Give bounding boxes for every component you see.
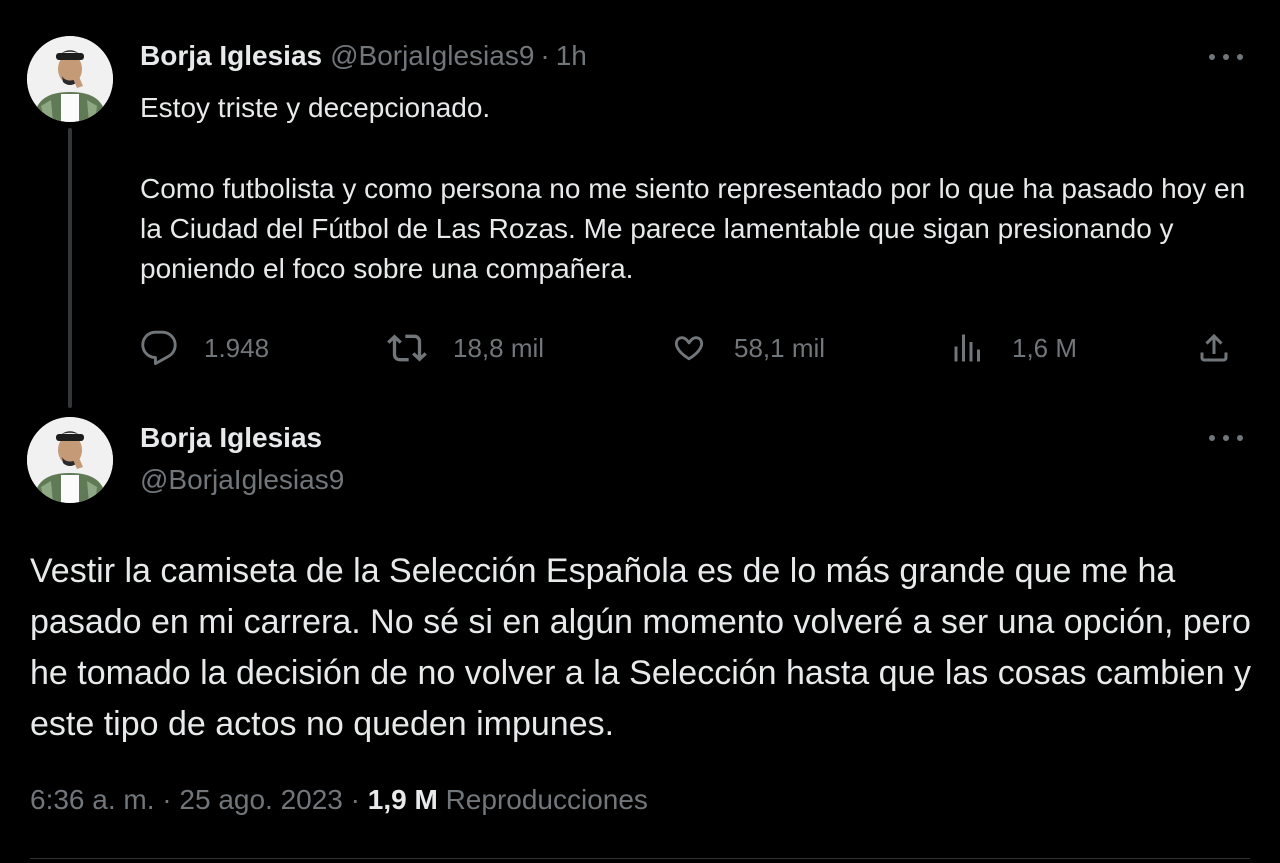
ellipsis-dot xyxy=(1237,54,1243,60)
tweet-metadata: 6:36 a. m. · 25 ago. 2023 · 1,9 M Reprod… xyxy=(30,784,648,816)
retweet-count: 18,8 mil xyxy=(453,332,545,363)
author-handle[interactable]: @BorjaIglesias9 xyxy=(330,40,534,72)
divider xyxy=(30,858,1250,859)
reply-button[interactable]: 1.948 xyxy=(140,326,269,370)
views-count: 1,6 M xyxy=(1012,332,1078,363)
tweet-paragraph: Vestir la camiseta de la Selección Españ… xyxy=(30,552,1251,743)
retweet-button[interactable]: 18,8 mil xyxy=(387,326,544,370)
reply-count: 1.948 xyxy=(204,332,270,363)
retweet-arrows-icon xyxy=(387,334,427,362)
like-count: 58,1 mil xyxy=(734,332,826,363)
author-name[interactable]: Borja Iglesias xyxy=(140,422,322,454)
views-button[interactable]: 1,6 M xyxy=(950,326,1077,370)
ellipsis-icon xyxy=(1209,54,1215,60)
avatar[interactable] xyxy=(27,417,113,503)
ellipsis-dot xyxy=(1223,54,1229,60)
author-name[interactable]: Borja Iglesias xyxy=(140,40,322,72)
main-tweet-text: Vestir la camiseta de la Selección Españ… xyxy=(30,546,1255,750)
tweet-action-bar: 1.948 18,8 mil 58,1 mil 1,6 M xyxy=(140,326,1240,370)
heart-icon xyxy=(674,336,704,361)
tweet-paragraph: Estoy triste y decepcionado. xyxy=(140,92,491,123)
share-upload-icon xyxy=(1200,333,1228,362)
ellipsis-dot xyxy=(1223,435,1229,441)
avatar-image xyxy=(27,36,113,122)
thread-connector-line xyxy=(68,128,72,408)
tweet-timestamp[interactable]: 6:36 a. m. · 25 ago. 2023 · xyxy=(30,784,360,815)
ellipsis-icon xyxy=(1209,435,1215,441)
share-button[interactable] xyxy=(1196,326,1232,370)
avatar[interactable] xyxy=(27,36,113,122)
tweet-paragraph: Como futbolista y como persona no me sie… xyxy=(140,173,1246,284)
views-label: Reproducciones xyxy=(445,784,648,815)
views-count: 1,9 M xyxy=(367,784,438,815)
more-options-button[interactable] xyxy=(1209,433,1243,443)
ellipsis-dot xyxy=(1237,435,1243,441)
author-handle[interactable]: @BorjaIglesias9 xyxy=(140,464,344,496)
tweet-time[interactable]: 1h xyxy=(556,40,587,72)
like-button[interactable]: 58,1 mil xyxy=(670,326,825,370)
separator: · xyxy=(540,40,550,71)
more-options-button[interactable] xyxy=(1209,52,1243,62)
reply-tweet-header: Borja Iglesias @BorjaIglesias9 · 1h xyxy=(140,40,587,72)
reply-tweet-text: Estoy triste y decepcionado. Como futbol… xyxy=(140,88,1250,289)
speech-bubble-icon xyxy=(141,330,177,366)
avatar-image xyxy=(27,417,113,503)
bar-chart-icon xyxy=(954,334,980,362)
